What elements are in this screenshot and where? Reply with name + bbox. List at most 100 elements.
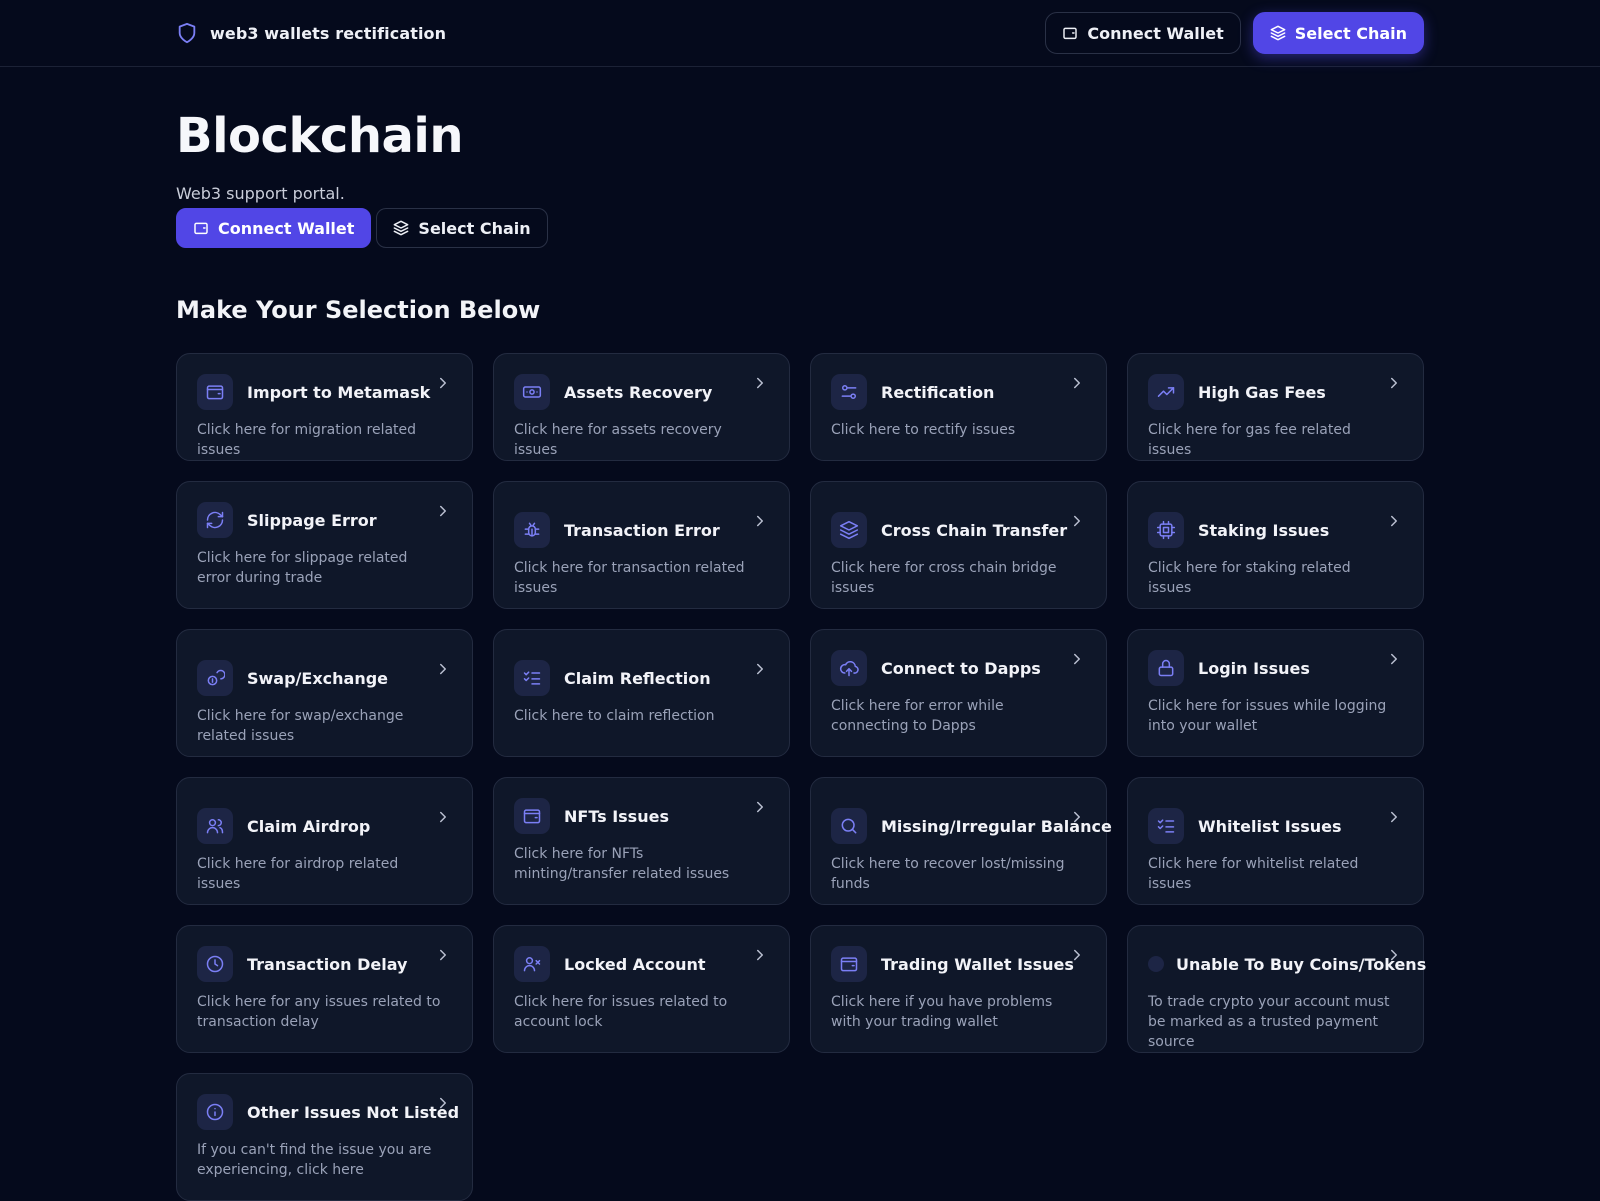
chevron-right-icon bbox=[434, 808, 452, 826]
header-select-chain-button[interactable]: Select Chain bbox=[1252, 12, 1424, 54]
card-title: Slippage Error bbox=[247, 510, 377, 530]
card-title: Other Issues Not Listed bbox=[247, 1102, 460, 1122]
card-description: Click here for swap/exchange related iss… bbox=[197, 708, 404, 744]
card-description: Click here to recover lost/missing funds bbox=[831, 856, 1065, 892]
issue-card-locked-account[interactable]: Locked Account Click here for issues rela… bbox=[493, 925, 790, 1053]
issue-card-high-gas-fees[interactable]: High Gas Fees Click here for gas fee rela… bbox=[1127, 353, 1424, 461]
card-title: Assets Recovery bbox=[564, 382, 713, 402]
chevron-right-icon bbox=[1068, 808, 1086, 826]
card-description: If you can't find the issue you are expe… bbox=[197, 1142, 432, 1178]
issue-card-claim-airdrop[interactable]: Claim Airdrop Click here for airdrop rela… bbox=[176, 777, 473, 905]
brand[interactable]: web3 wallets rectification bbox=[176, 20, 446, 46]
chevron-right-icon bbox=[434, 374, 452, 392]
issue-card-nfts-issues[interactable]: NFTs Issues Click here for NFTs minting/t… bbox=[493, 777, 790, 905]
card-header: Transaction Delay bbox=[197, 946, 452, 982]
chevron-right-icon bbox=[1068, 512, 1086, 530]
card-header: Missing/Irregular Balance bbox=[831, 808, 1112, 844]
card-header: Assets Recovery bbox=[514, 374, 769, 410]
refresh-icon bbox=[197, 502, 233, 538]
chevron-right-icon bbox=[1385, 374, 1403, 392]
card-description: Click here for NFTs minting/transfer rel… bbox=[514, 846, 730, 882]
card-header: Other Issues Not Listed bbox=[197, 1094, 459, 1130]
coins-icon bbox=[197, 660, 233, 696]
card-header: Claim Reflection bbox=[514, 660, 769, 696]
top-navbar: web3 wallets rectification Connect Walle… bbox=[0, 0, 1600, 67]
issue-card-missing-irregular-balance[interactable]: Missing/Irregular Balance Click here to r… bbox=[810, 777, 1112, 905]
list-checks-icon bbox=[514, 660, 550, 696]
card-header: Connect to Dapps bbox=[831, 650, 1086, 686]
issue-card-swap-exchange[interactable]: Swap/Exchange Click here for swap/exchang… bbox=[176, 629, 473, 757]
card-title: Transaction Delay bbox=[247, 954, 408, 974]
card-header: High Gas Fees bbox=[1148, 374, 1403, 410]
wallet-icon bbox=[197, 374, 233, 410]
issue-card-whitelist-issues[interactable]: Whitelist Issues Click here for whitelist… bbox=[1127, 777, 1424, 905]
issue-card-transaction-error[interactable]: Transaction Error Click here for transact… bbox=[493, 481, 790, 609]
card-header: Cross Chain Transfer bbox=[831, 512, 1086, 548]
card-description: Click here for transaction related issue… bbox=[514, 560, 745, 596]
search-icon bbox=[831, 808, 867, 844]
sliders-icon bbox=[831, 374, 867, 410]
card-header: Transaction Error bbox=[514, 512, 769, 548]
header-actions: Connect Wallet Select Chain bbox=[1045, 12, 1424, 54]
card-description: Click here for any issues related to tra… bbox=[197, 994, 441, 1030]
bug-icon bbox=[514, 512, 550, 548]
issue-card-claim-reflection[interactable]: Claim Reflection Click here to claim refl… bbox=[493, 629, 790, 757]
card-header: Unable To Buy Coins/Tokens bbox=[1148, 946, 1426, 982]
issue-card-slippage-error[interactable]: Slippage Error Click here for slippage re… bbox=[176, 481, 473, 609]
issue-card-unable-to-buy-coins-tokens[interactable]: Unable To Buy Coins/Tokens To trade crypt… bbox=[1127, 925, 1426, 1053]
banknote-icon bbox=[514, 374, 550, 410]
issue-card-staking-issues[interactable]: Staking Issues Click here for staking rel… bbox=[1127, 481, 1424, 609]
card-description: Click here for issues while logging into… bbox=[1148, 698, 1387, 734]
issue-card-trading-wallet-issues[interactable]: Trading Wallet Issues Click here if you h… bbox=[810, 925, 1107, 1053]
issue-card-login-issues[interactable]: Login Issues Click here for issues while … bbox=[1127, 629, 1424, 757]
card-description: Click here for migration related issues bbox=[197, 422, 417, 458]
info-icon bbox=[197, 1094, 233, 1130]
cloud-upload-icon bbox=[831, 650, 867, 686]
card-title: Claim Reflection bbox=[564, 668, 711, 688]
card-description: Click here for cross chain bridge issues bbox=[831, 560, 1057, 596]
card-header: Slippage Error bbox=[197, 502, 452, 538]
chevron-right-icon bbox=[434, 946, 452, 964]
chevron-right-icon bbox=[751, 798, 769, 816]
card-title: Staking Issues bbox=[1198, 520, 1330, 540]
issue-card-import-to-metamask[interactable]: Import to Metamask Click here for migrati… bbox=[176, 353, 473, 461]
header-connect-wallet-button[interactable]: Connect Wallet bbox=[1045, 12, 1241, 54]
hero-connect-wallet-button[interactable]: Connect Wallet bbox=[176, 208, 372, 248]
header-select-chain-label: Select Chain bbox=[1294, 23, 1407, 43]
card-header: Trading Wallet Issues bbox=[831, 946, 1086, 982]
layers-icon bbox=[393, 220, 409, 236]
clock-icon bbox=[197, 946, 233, 982]
card-header: Swap/Exchange bbox=[197, 660, 452, 696]
layers-icon bbox=[1270, 25, 1286, 41]
brand-name: web3 wallets rectification bbox=[210, 23, 447, 43]
page-title: Blockchain bbox=[176, 108, 464, 164]
card-title: Import to Metamask bbox=[247, 382, 431, 402]
card-description: Click here for whitelist related issues bbox=[1148, 856, 1359, 892]
hero-actions: Connect Wallet Select Chain bbox=[176, 208, 548, 248]
card-description: Click here for error while connecting to… bbox=[831, 698, 1004, 734]
card-title: Locked Account bbox=[564, 954, 706, 974]
issue-card-cross-chain-transfer[interactable]: Cross Chain Transfer Click here for cross… bbox=[810, 481, 1107, 609]
card-description: Click here to claim reflection bbox=[514, 708, 715, 724]
lock-icon bbox=[1148, 650, 1184, 686]
layers-icon bbox=[831, 512, 867, 548]
card-description: Click here to rectify issues bbox=[831, 422, 1016, 438]
issue-card-rectification[interactable]: Rectification Click here to rectify issue… bbox=[810, 353, 1107, 461]
chevron-right-icon bbox=[434, 660, 452, 678]
card-description: Click here for issues related to account… bbox=[514, 994, 728, 1030]
issue-card-transaction-delay[interactable]: Transaction Delay Click here for any issu… bbox=[176, 925, 473, 1053]
card-header: Claim Airdrop bbox=[197, 808, 452, 844]
issue-card-other-issues-not-listed[interactable]: Other Issues Not Listed If you can't find… bbox=[176, 1073, 473, 1201]
chevron-right-icon bbox=[1385, 808, 1403, 826]
issue-card-assets-recovery[interactable]: Assets Recovery Click here for assets rec… bbox=[493, 353, 790, 461]
page-subtitle: Web3 support portal. bbox=[176, 184, 345, 203]
chevron-right-icon bbox=[1068, 374, 1086, 392]
hero-connect-wallet-label: Connect Wallet bbox=[218, 218, 355, 238]
issue-card-connect-to-dapps[interactable]: Connect to Dapps Click here for error whi… bbox=[810, 629, 1107, 757]
wallet-icon bbox=[514, 798, 550, 834]
card-title: Cross Chain Transfer bbox=[881, 520, 1068, 540]
section-title: Make Your Selection Below bbox=[176, 296, 541, 324]
hero-select-chain-button[interactable]: Select Chain bbox=[376, 208, 548, 248]
chevron-right-icon bbox=[1068, 650, 1086, 668]
cpu-icon bbox=[1148, 512, 1184, 548]
